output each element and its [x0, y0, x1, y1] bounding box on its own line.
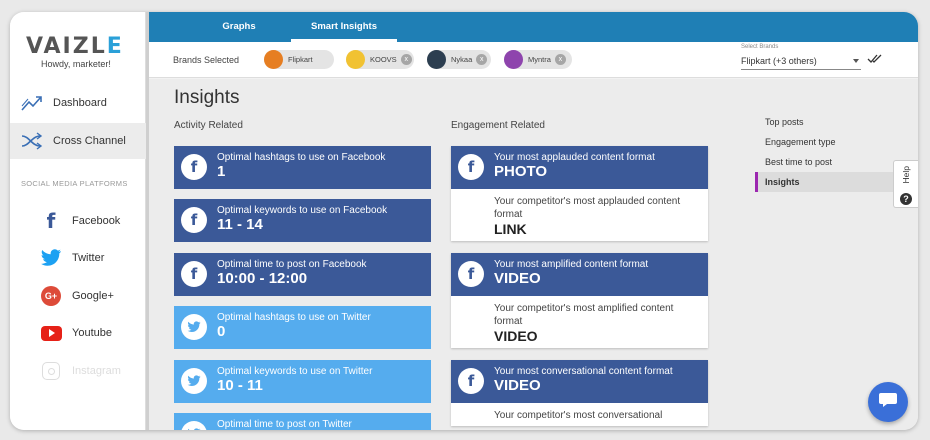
competitor-label: Your competitor's most conversational	[494, 410, 663, 421]
platform-label: Facebook	[72, 215, 121, 227]
nav-dashboard-label: Dashboard	[53, 97, 107, 109]
insight-value: 0	[217, 323, 226, 340]
shuffle-icon	[19, 131, 45, 151]
twitter-icon	[181, 314, 207, 340]
tab-graphs[interactable]: Graphs	[199, 12, 279, 42]
insight-label: Optimal time to post on Twitter	[217, 419, 352, 430]
brand-chip-myntra[interactable]: Myntra x	[504, 50, 572, 69]
platform-twitter[interactable]: Twitter	[40, 247, 104, 269]
brand-chip-label: Myntra	[528, 55, 551, 64]
brand-chip-label: Flipkart	[288, 55, 313, 64]
brand-chip-label: KOOVS	[370, 55, 397, 64]
remove-chip-icon[interactable]: x	[476, 54, 488, 65]
brand-avatar	[504, 50, 523, 69]
insight-label: Optimal hashtags to use on Twitter	[217, 312, 371, 323]
platform-label: Google+	[72, 290, 114, 302]
insight-value: 1	[217, 163, 226, 180]
nav-cross-channel[interactable]: Cross Channel	[10, 123, 146, 159]
nav-cross-channel-label: Cross Channel	[53, 135, 126, 147]
platform-label: Instagram	[72, 365, 121, 377]
facebook-icon: f	[46, 209, 56, 233]
insight-value: VIDEO	[494, 270, 541, 287]
question-icon: ?	[900, 193, 912, 205]
activity-related-heading: Activity Related	[174, 120, 243, 131]
brand-selection-bar: Brands Selected Flipkart KOOVS x Nykaa x…	[149, 42, 918, 78]
double-check-icon[interactable]	[867, 52, 883, 70]
facebook-icon: f	[181, 154, 207, 180]
engagement-card: f Your most amplified content format VIDE…	[451, 253, 708, 348]
twitter-icon	[181, 421, 207, 430]
help-tab[interactable]: Help ?	[893, 160, 918, 208]
brand-chip-koovs[interactable]: KOOVS x	[346, 50, 414, 69]
engagement-related-heading: Engagement Related	[451, 120, 545, 131]
insight-card: f Optimal time to post on Facebook 10:00 …	[174, 253, 431, 296]
insight-value: 10 - 11	[217, 377, 263, 394]
trend-icon	[19, 93, 45, 113]
engagement-card: f Your most applauded content format PHOT…	[451, 146, 708, 241]
remove-chip-icon[interactable]: x	[554, 54, 566, 65]
menu-item-insights[interactable]: Insights	[755, 172, 895, 192]
facebook-icon: f	[458, 261, 484, 287]
select-brands-value: Flipkart (+3 others)	[741, 56, 817, 66]
youtube-icon	[40, 322, 62, 344]
platform-facebook[interactable]: f Facebook	[40, 209, 121, 233]
facebook-icon: f	[181, 261, 207, 287]
page-title: Insights	[174, 87, 240, 108]
competitor-value: VIDEO	[494, 328, 538, 344]
chat-button[interactable]	[868, 382, 908, 422]
tagline: Howdy, marketer!	[41, 59, 111, 69]
insights-main: Insights Activity Related Engagement Rel…	[149, 79, 918, 430]
menu-item-top-posts[interactable]: Top posts	[755, 112, 895, 132]
platform-label: Youtube	[72, 327, 112, 339]
brand-avatar	[346, 50, 365, 69]
vaizle-logo[interactable]: VAIZLE	[26, 34, 124, 59]
brand-chip-flipkart[interactable]: Flipkart	[264, 50, 334, 69]
insight-value: 11 - 14	[217, 216, 263, 233]
insight-value: 10:00 - 12:00	[217, 270, 308, 287]
menu-item-best-time[interactable]: Best time to post	[755, 152, 895, 172]
brand-chip-label: Nykaa	[451, 55, 473, 64]
google-plus-icon: G+	[40, 285, 62, 307]
competitor-value: LINK	[494, 221, 527, 237]
nav-dashboard[interactable]: Dashboard	[10, 85, 146, 121]
app-window: VAIZLE Howdy, marketer! Dashboard Cross …	[10, 12, 918, 430]
insight-value: PHOTO	[494, 163, 548, 180]
facebook-icon: f	[458, 368, 484, 394]
insight-card: f Optimal hashtags to use on Facebook 1	[174, 146, 431, 189]
competitor-label: Your competitor's most applauded content…	[494, 196, 681, 220]
brand-avatar	[264, 50, 283, 69]
platform-instagram: Instagram	[40, 360, 121, 382]
select-brands-dropdown[interactable]: Flipkart (+3 others)	[741, 52, 861, 70]
brand-chip-nykaa[interactable]: Nykaa x	[427, 50, 491, 69]
insight-card: f Optimal keywords to use on Facebook 11 …	[174, 199, 431, 242]
platform-google-plus[interactable]: G+ Google+	[40, 285, 114, 307]
insight-card: Optimal hashtags to use on Twitter 0	[174, 306, 431, 349]
remove-chip-icon[interactable]: x	[400, 54, 412, 65]
facebook-icon: f	[458, 154, 484, 180]
engagement-card: f Your most conversational content forma…	[451, 360, 708, 426]
section-label-platforms: SOCIAL MEDIA PLATFORMS	[21, 179, 128, 188]
chat-bubble-icon	[878, 391, 898, 414]
help-label: Help	[901, 166, 911, 184]
sidebar: VAIZLE Howdy, marketer! Dashboard Cross …	[10, 12, 146, 430]
insight-label: Optimal hashtags to use on Facebook	[217, 152, 386, 163]
select-brands-caption: Select Brands	[741, 44, 779, 50]
instagram-icon	[40, 360, 62, 382]
twitter-icon	[40, 247, 62, 269]
twitter-icon	[181, 368, 207, 394]
menu-item-engagement-type[interactable]: Engagement type	[755, 132, 895, 152]
platform-youtube[interactable]: Youtube	[40, 322, 112, 344]
insight-card: Optimal keywords to use on Twitter 10 - 1…	[174, 360, 431, 403]
top-tab-bar: Graphs Smart Insights	[149, 12, 918, 42]
facebook-icon: f	[181, 207, 207, 233]
brand-avatar	[427, 50, 446, 69]
competitor-label: Your competitor's most amplified content…	[494, 303, 674, 327]
chevron-down-icon	[853, 59, 859, 63]
brands-selected-label: Brands Selected	[173, 55, 240, 65]
insight-card: Optimal time to post on Twitter	[174, 413, 431, 430]
platform-label: Twitter	[72, 252, 105, 264]
tab-smart-insights[interactable]: Smart Insights	[291, 12, 397, 42]
insight-value: VIDEO	[494, 377, 541, 394]
